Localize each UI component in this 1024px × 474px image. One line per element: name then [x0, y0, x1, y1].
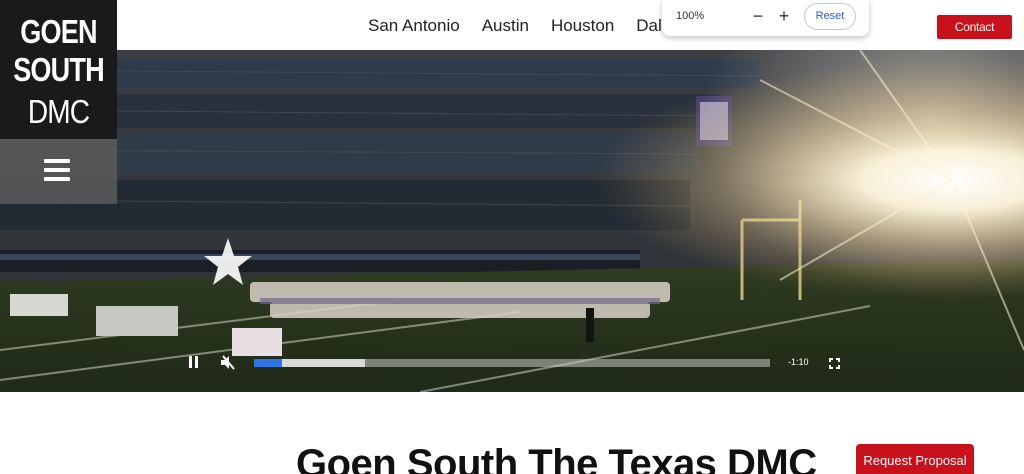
pause-icon[interactable]	[187, 356, 199, 369]
brand-logo[interactable]: GOEN SOUTH DMC	[0, 0, 117, 139]
city-nav: San Antonio Austin Houston Dallas	[368, 16, 684, 36]
page: GOEN SOUTH DMC San Antonio Austin Housto…	[0, 0, 1024, 474]
video-progress-bar[interactable]	[254, 359, 770, 367]
logo-text-dmc: DMC	[27, 93, 90, 130]
zoom-popup: 100% − + Reset	[662, 0, 869, 36]
nav-link-san-antonio[interactable]: San Antonio	[368, 16, 460, 36]
muted-speaker-icon[interactable]	[220, 355, 236, 370]
zoom-out-button[interactable]: −	[748, 5, 768, 27]
logo-text-goen: GOEN	[20, 13, 97, 50]
zoom-level: 100%	[676, 10, 705, 22]
menu-panel	[0, 139, 117, 204]
video-time-remaining: -1:10	[788, 357, 809, 367]
fullscreen-icon[interactable]	[829, 356, 840, 369]
contact-button[interactable]: Contact	[937, 15, 1012, 39]
nav-link-austin[interactable]: Austin	[482, 16, 529, 36]
zoom-reset-button[interactable]: Reset	[804, 3, 856, 30]
hamburger-menu-icon[interactable]	[44, 159, 70, 181]
nav-link-houston[interactable]: Houston	[551, 16, 614, 36]
video-played-fill	[254, 359, 283, 367]
page-headline: Goen South The Texas DMC	[296, 442, 817, 474]
hero-video[interactable]	[0, 50, 1024, 392]
logo-text-south: SOUTH	[13, 51, 104, 88]
request-proposal-button[interactable]: Request Proposal	[856, 444, 974, 474]
stadium-video-frame	[0, 50, 1024, 392]
zoom-in-button[interactable]: +	[774, 5, 794, 27]
